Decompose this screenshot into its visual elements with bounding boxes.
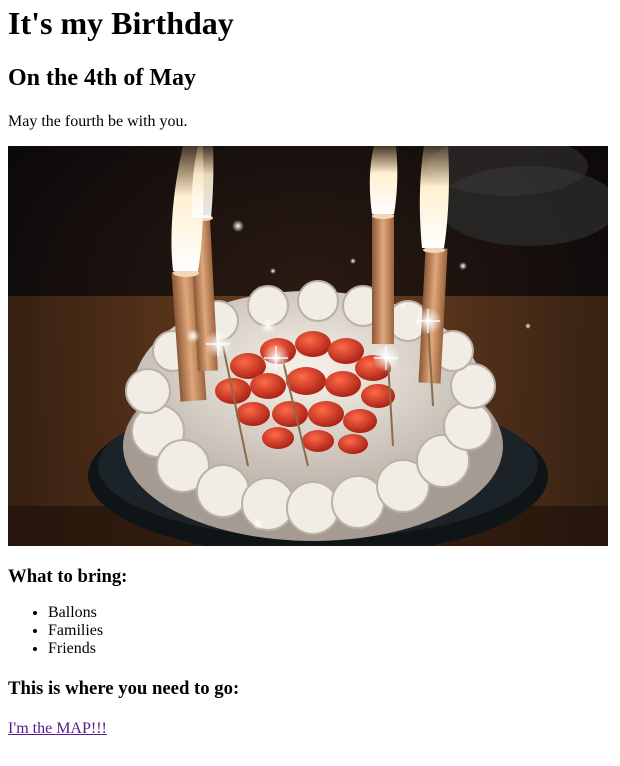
- bring-list: Ballons Families Friends: [8, 604, 612, 658]
- map-link[interactable]: I'm the MAP!!!: [8, 720, 107, 738]
- list-item: Friends: [48, 640, 612, 658]
- date-heading: On the 4th of May: [8, 65, 196, 91]
- page-title: It's my Birthday: [8, 5, 234, 41]
- directions-heading: This is where you need to go:: [8, 678, 240, 699]
- list-item: Families: [48, 622, 612, 640]
- tagline: May the fourth be with you.: [8, 113, 188, 130]
- page-content: It's my Birthday On the 4th of May May t…: [0, 5, 620, 738]
- list-item: Ballons: [48, 604, 612, 622]
- birthday-cake-photo: [8, 146, 608, 546]
- what-to-bring-heading: What to bring:: [8, 566, 128, 587]
